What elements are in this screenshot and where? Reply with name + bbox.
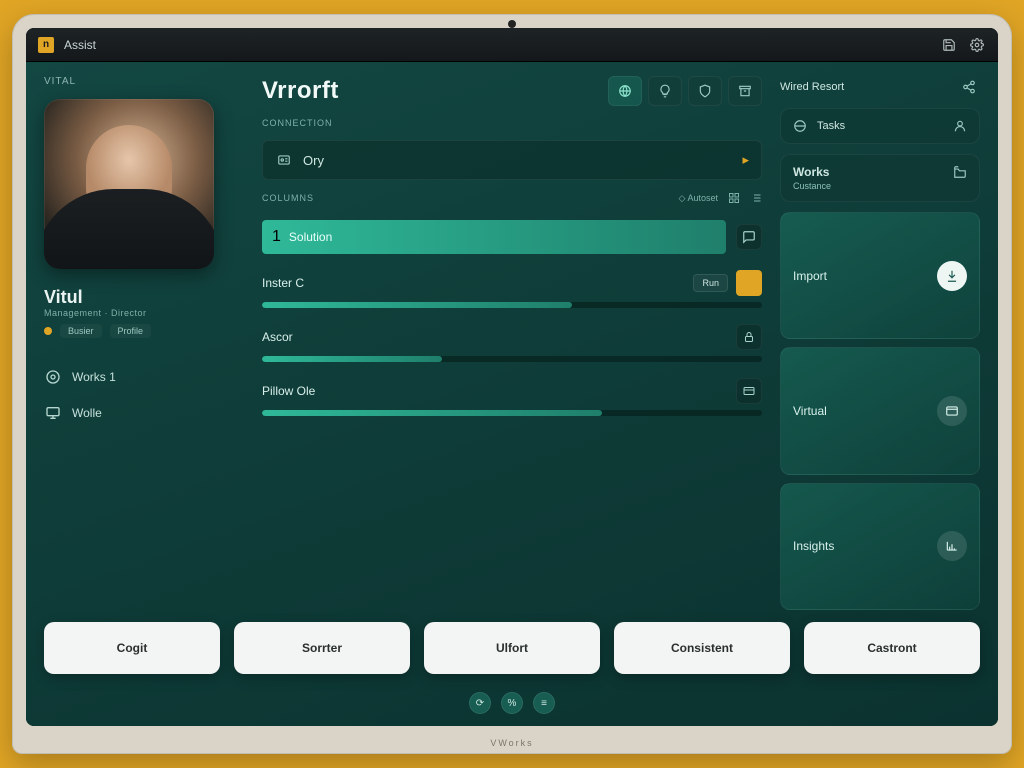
side-nav-label: Works 1 (72, 370, 116, 384)
item-label: Ascor (262, 330, 293, 344)
tool-bulb[interactable] (648, 76, 682, 106)
globe-icon (793, 119, 807, 133)
lock-icon (736, 324, 762, 350)
list-item[interactable]: Inster C Run (262, 270, 762, 308)
tool-shield[interactable] (688, 76, 722, 106)
settings-icon[interactable] (968, 36, 986, 54)
item-label: Inster C (262, 276, 304, 290)
footer-dot-percent[interactable]: % (501, 692, 523, 714)
tile-label: Import (793, 269, 827, 283)
footer-dots: ⟳ % ≡ (44, 686, 980, 716)
run-button[interactable]: Run (693, 274, 728, 292)
list-item[interactable]: 1 Solution (262, 220, 762, 254)
avatar[interactable] (44, 99, 214, 269)
status-dot-icon (44, 327, 52, 335)
item-label: Solution (289, 230, 332, 244)
window-title: Assist (64, 38, 96, 52)
btn-castront[interactable]: Castront (804, 622, 980, 674)
tile-import[interactable]: Import (780, 212, 980, 339)
item-label: Pillow Ole (262, 384, 315, 398)
btn-sorrter[interactable]: Sorrter (234, 622, 410, 674)
user-subtitle: Management · Director (44, 308, 244, 318)
right-header: Wired Resort (780, 76, 980, 98)
title-bar: n Assist (26, 28, 998, 62)
monitor-icon (44, 404, 62, 422)
status-pill-a[interactable]: Busier (60, 324, 102, 338)
side-nav-wolle[interactable]: Wolle (44, 404, 244, 422)
webcam-dot (508, 20, 516, 28)
status-row: Busier Profile (44, 324, 244, 338)
page-title: Vrrorft (262, 77, 339, 105)
side-nav-works[interactable]: Works 1 (44, 368, 244, 386)
btn-consistent[interactable]: Consistent (614, 622, 790, 674)
right-card-label: Tasks (817, 120, 845, 132)
save-icon[interactable] (940, 36, 958, 54)
download-icon (937, 261, 967, 291)
app-badge: n (38, 37, 54, 53)
surface: Vital Vitul Management · Director Busier… (26, 62, 998, 726)
chevron-right-icon: ▸ (742, 152, 749, 168)
right-panel-header: Works Custance (780, 154, 980, 202)
tile-label: Virtual (793, 404, 827, 418)
laptop-brand: VWorks (490, 738, 533, 748)
left-tag: Vital (44, 76, 244, 87)
item-index: 1 (272, 228, 281, 246)
tile-insights[interactable]: Insights (780, 483, 980, 610)
accent-button[interactable] (736, 270, 762, 296)
tile-virtual[interactable]: Virtual (780, 347, 980, 474)
dropdown-label: Ory (303, 153, 324, 168)
user-name: Vitul (44, 287, 244, 308)
right-card[interactable]: Tasks (780, 108, 980, 144)
tool-archive[interactable] (728, 76, 762, 106)
list-icon[interactable] (750, 192, 762, 204)
screen: n Assist Vital Vitul Management · Direct… (26, 28, 998, 726)
columns-label: Columns (262, 193, 314, 203)
btn-cogit[interactable]: Cogit (44, 622, 220, 674)
left-column: Vital Vitul Management · Director Busier… (44, 76, 244, 610)
subtitle: Connection (262, 118, 762, 128)
right-title: Wired Resort (780, 81, 844, 93)
right-column: Wired Resort Tasks Wor (780, 76, 980, 610)
bottom-button-row: Cogit Sorrter Ulfort Consistent Castront (44, 622, 980, 674)
dropdown-field[interactable]: Ory ▸ (262, 140, 762, 180)
list-item[interactable]: Pillow Ole (262, 378, 762, 416)
tile-label: Insights (793, 539, 834, 553)
footer-dot-menu[interactable]: ≡ (533, 692, 555, 714)
tile-list: Import Virtual Insights (780, 212, 980, 610)
card-icon (736, 378, 762, 404)
panel-sub: Custance (793, 181, 831, 191)
grid-icon[interactable] (728, 192, 740, 204)
gear-icon (44, 368, 62, 386)
chat-icon[interactable] (736, 224, 762, 250)
user-icon (953, 119, 967, 133)
footer-dot-refresh[interactable]: ⟳ (469, 692, 491, 714)
toolbar (608, 76, 762, 106)
id-icon (275, 151, 293, 169)
folder-icon[interactable] (953, 165, 967, 179)
btn-ulfort[interactable]: Ulfort (424, 622, 600, 674)
panel-title: Works (793, 165, 829, 179)
status-pill-b[interactable]: Profile (110, 324, 152, 338)
meta-autoset: ◇ Autoset (679, 193, 718, 204)
side-nav: Works 1 Wolle (44, 368, 244, 422)
center-column: Vrrorft (262, 76, 762, 610)
chart-icon (937, 531, 967, 561)
laptop-frame: n Assist Vital Vitul Management · Direct… (12, 14, 1012, 754)
side-nav-label: Wolle (72, 406, 102, 420)
tool-globe[interactable] (608, 76, 642, 106)
share-icon[interactable] (958, 76, 980, 98)
window-icon (937, 396, 967, 426)
list-item[interactable]: Ascor (262, 324, 762, 362)
